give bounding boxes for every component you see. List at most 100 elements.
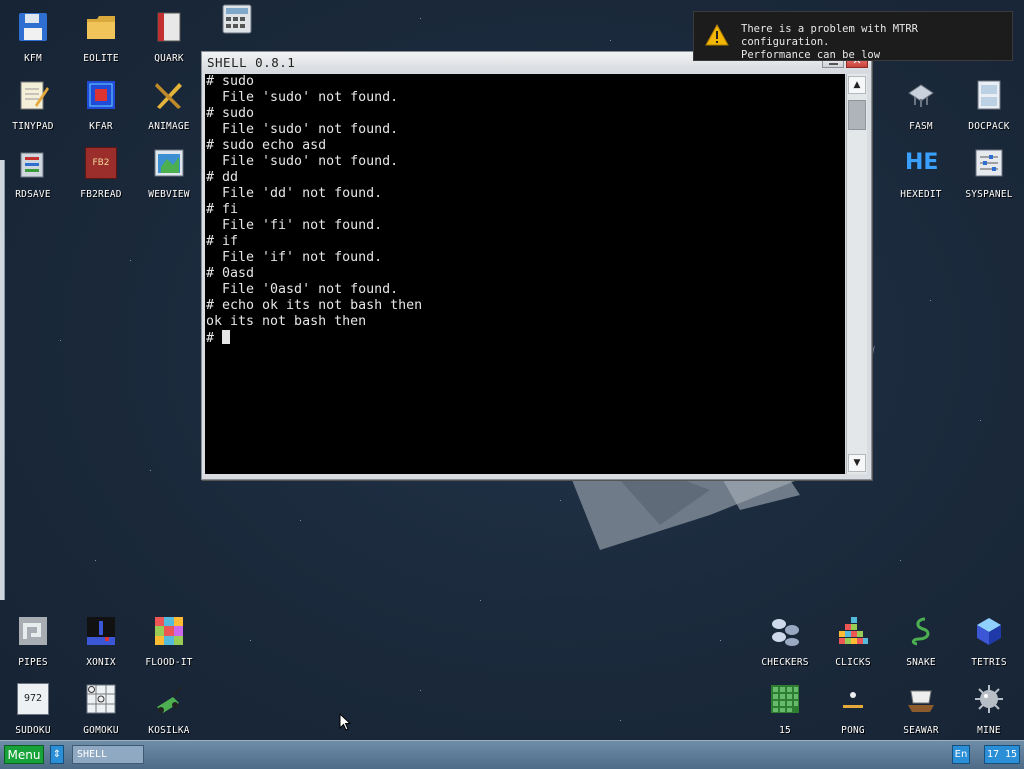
- desktop-icon-syspanel[interactable]: SYSPANEL: [958, 140, 1020, 202]
- desktop-icon-fasm[interactable]: FASM: [890, 72, 952, 134]
- notepad-icon: [20, 81, 49, 110]
- desktop-icon-calculator[interactable]: [206, 0, 268, 58]
- desktop-icon-kfm[interactable]: KFM: [2, 4, 64, 66]
- desktop-icon-rdsave[interactable]: RDSAVE: [2, 140, 64, 202]
- icon-label: 15: [779, 725, 791, 736]
- left-edge-panel: [0, 160, 5, 600]
- icon-label: FLOOD-IT: [145, 657, 193, 668]
- desktop-icon-snake[interactable]: SNAKE: [890, 608, 952, 670]
- sudoku-icon: 972: [17, 683, 49, 715]
- icon-label: WEBVIEW: [148, 189, 190, 200]
- icon-label: TETRIS: [971, 657, 1007, 668]
- desktop-icon-clicks[interactable]: CLICKS: [822, 608, 884, 670]
- notebook-icon: [157, 12, 181, 42]
- desktop-icon-fb2read[interactable]: FB2 FB2READ: [70, 140, 132, 202]
- terminal-line: File 'sudo' not found.: [206, 90, 399, 105]
- desktop-icon-seawar[interactable]: SEAWAR: [890, 676, 952, 738]
- icon-label: SNAKE: [906, 657, 936, 668]
- cabinet-icon: [977, 80, 1001, 110]
- icon-label: GOMOKU: [83, 725, 119, 736]
- icon-label: EOLITE: [83, 53, 119, 64]
- shell-window[interactable]: SHELL 0.8.1 ✕ # sudo File 'sudo' not fou…: [201, 51, 872, 480]
- desktop-icon-tetris[interactable]: TETRIS: [958, 608, 1020, 670]
- desktop-icon-kosilka[interactable]: KOSILKA: [138, 676, 200, 738]
- folder-icon: [87, 16, 115, 39]
- lawnmower-icon: [157, 686, 182, 713]
- terminal-prompt-line[interactable]: #: [205, 330, 845, 347]
- scroll-thumb[interactable]: [848, 100, 866, 130]
- desktop-icon-pipes[interactable]: PIPES: [2, 608, 64, 670]
- terminal-line: # sudo echo asd: [206, 138, 327, 153]
- scroll-down-button[interactable]: ▼: [848, 454, 866, 472]
- terminal-line: File '0asd' not found.: [206, 282, 399, 297]
- desktop-icon-tinypad[interactable]: TINYPAD: [2, 72, 64, 134]
- terminal-line: # if: [206, 234, 239, 249]
- globe-window-icon: [154, 149, 184, 177]
- xonix-icon: [87, 617, 115, 645]
- desktop-icon-docpack[interactable]: DOCPACK: [958, 72, 1020, 134]
- icon-label: QUARK: [154, 53, 184, 64]
- warning-icon: [705, 24, 729, 46]
- tetris-cube-icon: [977, 618, 1001, 645]
- notification-line-1: There is a problem with MTRR configurati…: [741, 23, 919, 48]
- hex-icon: HE: [905, 150, 939, 175]
- terminal-line: File 'if' not found.: [206, 250, 383, 265]
- icon-label: SEAWAR: [903, 725, 939, 736]
- fifteen-puzzle-icon: [771, 685, 799, 713]
- menu-button[interactable]: Menu: [4, 745, 44, 764]
- book-icon: FB2: [85, 147, 117, 179]
- desktop-icon-kfar[interactable]: KFAR: [70, 72, 132, 134]
- terminal-prompt: #: [206, 331, 223, 346]
- desktop-icon-sudoku[interactable]: 972 SUDOKU: [2, 676, 64, 738]
- clock[interactable]: 17 15: [984, 745, 1020, 764]
- icon-label: SYSPANEL: [965, 189, 1013, 200]
- vertical-scrollbar[interactable]: ▲ ▼: [846, 74, 867, 474]
- taskbar: Menu ⇕ SHELL En 17 15: [0, 740, 1024, 769]
- sliders-icon: [975, 149, 1003, 177]
- archive-icon: [87, 81, 115, 109]
- desktop-icon-hexedit[interactable]: HE HEXEDIT: [890, 140, 952, 202]
- ramdisk-icon: [20, 152, 44, 178]
- icon-label: KOSILKA: [148, 725, 190, 736]
- desktop-icon-checkers[interactable]: CHECKERS: [754, 608, 816, 670]
- taskbar-item-shell[interactable]: SHELL: [72, 745, 144, 764]
- desktop-icon-mine[interactable]: MINE: [958, 676, 1020, 738]
- snake-icon: [911, 617, 930, 646]
- terminal-line: # sudo: [206, 74, 255, 89]
- mine-icon: [975, 685, 1003, 713]
- pipes-icon: [19, 617, 47, 645]
- desktop-icon-15[interactable]: 15: [754, 676, 816, 738]
- terminal-line: File 'sudo' not found.: [206, 154, 399, 169]
- terminal-line: # sudo: [206, 106, 255, 121]
- desktop-icon-pong[interactable]: PONG: [822, 676, 884, 738]
- terminal-line: ok its not bash then: [206, 314, 367, 329]
- terminal-line: File 'sudo' not found.: [206, 122, 399, 137]
- terminal-line: File 'fi' not found.: [206, 218, 383, 233]
- scroll-up-button[interactable]: ▲: [848, 76, 866, 94]
- desktop-icon-animage[interactable]: ANIMAGE: [138, 72, 200, 134]
- terminal-output[interactable]: # sudo File 'sudo' not found. # sudo File…: [205, 74, 845, 474]
- icon-label: PONG: [841, 725, 865, 736]
- keyboard-layout-indicator[interactable]: En: [952, 745, 970, 764]
- terminal-line: # dd: [206, 170, 239, 185]
- desktop-icon-eolite[interactable]: EOLITE: [70, 4, 132, 66]
- desktop-icon-quark[interactable]: QUARK: [138, 4, 200, 66]
- desktop-icon-webview[interactable]: WEBVIEW: [138, 140, 200, 202]
- desktop-icon-xonix[interactable]: XONIX: [70, 608, 132, 670]
- terminal-line: File 'dd' not found.: [206, 186, 383, 201]
- icon-label: FASM: [909, 121, 933, 132]
- calculator-icon: [222, 4, 252, 34]
- terminal-line: # echo ok its not bash then: [206, 298, 423, 313]
- desktop-icon-gomoku[interactable]: GOMOKU: [70, 676, 132, 738]
- chip-icon: [908, 84, 934, 107]
- terminal-line: # 0asd: [206, 266, 255, 281]
- icon-label: PIPES: [18, 657, 48, 668]
- icon-label: CHECKERS: [761, 657, 809, 668]
- icon-label: KFM: [24, 53, 42, 64]
- color-grid-icon: [155, 617, 183, 645]
- task-switch-button[interactable]: ⇕: [50, 745, 64, 764]
- desktop-icon-flood-it[interactable]: FLOOD-IT: [138, 608, 200, 670]
- mtrr-notification[interactable]: There is a problem with MTRR configurati…: [693, 11, 1013, 61]
- mouse-pointer-icon: [339, 713, 351, 731]
- icon-label: DOCPACK: [968, 121, 1010, 132]
